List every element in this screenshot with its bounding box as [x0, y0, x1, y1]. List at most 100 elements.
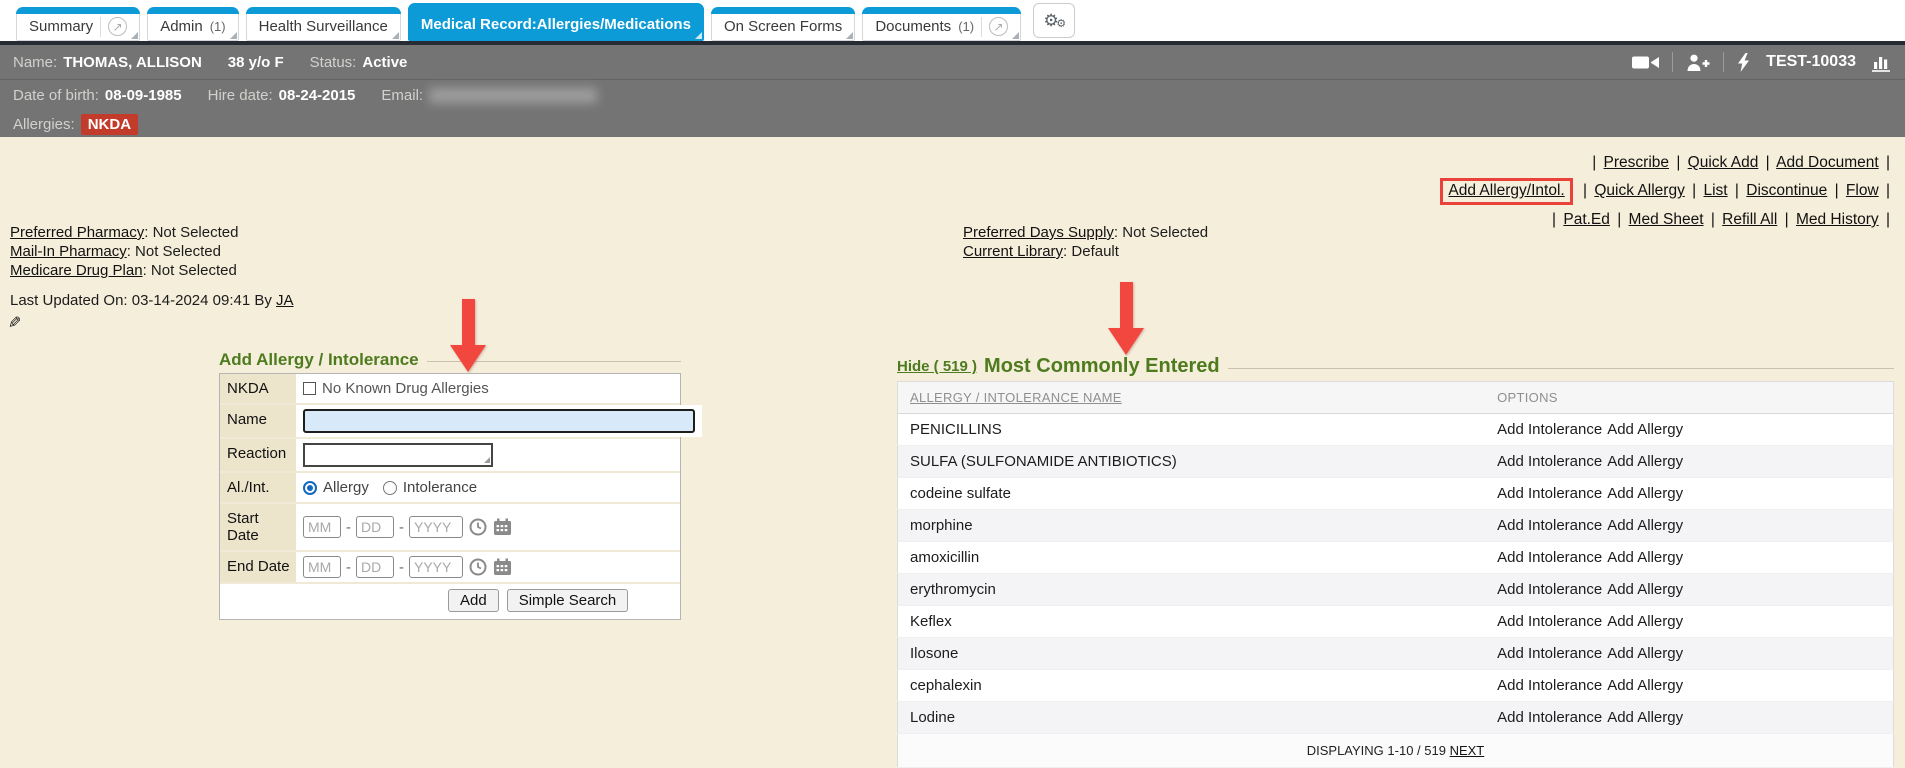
end-month-input[interactable]	[303, 556, 341, 578]
allergy-radio[interactable]	[303, 481, 317, 495]
medicare-drug-plan-link[interactable]: Medicare Drug Plan	[10, 262, 143, 279]
add-intolerance-link[interactable]: Add Intolerance	[1497, 645, 1602, 662]
add-allergy-link[interactable]: Add Allergy	[1607, 485, 1683, 502]
add-allergy-link[interactable]: Add Allergy	[1607, 709, 1683, 726]
add-intolerance-link[interactable]: Add Intolerance	[1497, 613, 1602, 630]
add-allergy-link[interactable]: Add Allergy	[1607, 453, 1683, 470]
add-intolerance-link[interactable]: Add Intolerance	[1497, 581, 1602, 598]
add-allergy-link[interactable]: Add Allergy	[1607, 645, 1683, 662]
link-separator: |	[1886, 182, 1890, 199]
reaction-input[interactable]	[303, 443, 493, 467]
calendar-icon[interactable]	[493, 518, 512, 536]
lightning-icon[interactable]	[1737, 53, 1750, 72]
add-intolerance-link[interactable]: Add Intolerance	[1497, 485, 1602, 502]
add-allergy-link[interactable]: Add Allergy	[1607, 421, 1683, 438]
external-arrow-icon[interactable]: ↗	[108, 17, 127, 36]
med-links-row-3: | Pat.Ed | Med Sheet | Refill All | Med …	[1440, 210, 1893, 230]
nkda-checkbox[interactable]	[303, 382, 316, 395]
med-history-link[interactable]: Med History	[1796, 211, 1879, 228]
simple-search-button[interactable]: Simple Search	[507, 589, 629, 612]
tab-on-screen-forms[interactable]: On Screen Forms	[711, 7, 855, 41]
add-intolerance-link[interactable]: Add Intolerance	[1497, 517, 1602, 534]
add-intolerance-link[interactable]: Add Intolerance	[1497, 549, 1602, 566]
end-date-label: End Date	[220, 552, 296, 582]
add-intolerance-link[interactable]: Add Intolerance	[1497, 421, 1602, 438]
next-page-link[interactable]: NEXT	[1450, 743, 1485, 758]
intolerance-radio[interactable]	[383, 481, 397, 495]
add-person-icon[interactable]	[1686, 54, 1710, 71]
current-library-link[interactable]: Current Library	[963, 243, 1063, 260]
patient-hire-date: 08-24-2015	[279, 87, 356, 104]
end-day-input[interactable]	[356, 556, 394, 578]
add-intolerance-link[interactable]: Add Intolerance	[1497, 677, 1602, 694]
end-year-input[interactable]	[409, 556, 463, 578]
add-intolerance-link[interactable]: Add Intolerance	[1497, 453, 1602, 470]
reaction-input-wrapper	[303, 443, 493, 467]
red-highlight-box: Add Allergy/Intol.	[1440, 178, 1572, 205]
pat-ed-link[interactable]: Pat.Ed	[1563, 211, 1610, 228]
column-header-name[interactable]: ALLERGY / INTOLERANCE NAME	[898, 382, 1486, 414]
prescribe-link[interactable]: Prescribe	[1604, 154, 1669, 171]
add-allergy-link[interactable]: Add Allergy	[1607, 549, 1683, 566]
start-date-cell: - -	[296, 504, 680, 550]
refill-all-link[interactable]: Refill All	[1722, 211, 1777, 228]
flow-link[interactable]: Flow	[1846, 182, 1879, 199]
allergy-name-input[interactable]	[303, 409, 695, 433]
add-button[interactable]: Add	[448, 589, 499, 612]
add-allergy-link[interactable]: Add Allergy	[1607, 677, 1683, 694]
allergy-name-cell: Lodine	[898, 702, 1486, 734]
patient-status: Active	[362, 54, 407, 71]
start-month-input[interactable]	[303, 516, 341, 538]
med-links-row-1: | Prescribe | Quick Add | Add Document |	[1440, 153, 1893, 173]
add-allergy-intol-link[interactable]: Add Allergy/Intol.	[1448, 182, 1564, 199]
med-sheet-link[interactable]: Med Sheet	[1629, 211, 1704, 228]
preferred-days-supply-value: Not Selected	[1122, 224, 1208, 241]
most-commonly-entered-panel: Hide ( 519 ) Most Commonly Entered ALLER…	[897, 355, 1894, 768]
tab-health-surveillance[interactable]: Health Surveillance	[246, 7, 401, 41]
intolerance-radio-label[interactable]: Intolerance	[403, 479, 477, 496]
list-link[interactable]: List	[1703, 182, 1727, 199]
add-allergy-link[interactable]: Add Allergy	[1607, 517, 1683, 534]
clock-icon[interactable]	[469, 558, 487, 576]
bar-chart-icon[interactable]	[1872, 53, 1892, 72]
external-arrow-icon[interactable]: ↗	[989, 17, 1008, 36]
allergy-name-cell: codeine sulfate	[898, 478, 1486, 510]
discontinue-link[interactable]: Discontinue	[1746, 182, 1827, 199]
quick-allergy-link[interactable]: Quick Allergy	[1594, 182, 1684, 199]
start-year-input[interactable]	[409, 516, 463, 538]
tab-badge: (1)	[210, 19, 226, 34]
calendar-icon[interactable]	[493, 558, 512, 576]
add-intolerance-link[interactable]: Add Intolerance	[1497, 709, 1602, 726]
start-day-input[interactable]	[356, 516, 394, 538]
panel-title: Most Commonly Entered	[984, 355, 1220, 378]
clock-icon[interactable]	[469, 518, 487, 536]
quick-add-link[interactable]: Quick Add	[1688, 154, 1759, 171]
tab-documents[interactable]: Documents (1) ↗	[862, 7, 1021, 41]
table-row: erythromycin Add IntoleranceAdd Allergy	[898, 574, 1894, 606]
tab-admin[interactable]: Admin (1)	[147, 7, 238, 41]
add-allergy-link[interactable]: Add Allergy	[1607, 613, 1683, 630]
options-cell: Add Intolerance Add Allergy	[1485, 638, 1893, 670]
link-separator: |	[1711, 211, 1715, 228]
settings-button[interactable]: ⚙ ⚙	[1033, 3, 1075, 38]
tab-summary[interactable]: Summary ↗	[16, 7, 140, 41]
paging-text: DISPLAYING 1-10 / 519	[1307, 743, 1446, 758]
pharmacy-info: Preferred Pharmacy: Not Selected Mail-In…	[10, 223, 238, 280]
pencil-icon[interactable]: ✎	[8, 313, 21, 333]
table-row: codeine sulfate Add Intolerance Add Aller…	[898, 478, 1894, 510]
preferred-pharmacy-link[interactable]: Preferred Pharmacy	[10, 224, 144, 241]
video-camera-icon[interactable]	[1632, 54, 1659, 71]
form-row-type: Al./Int. Allergy Intolerance	[220, 471, 680, 502]
nkda-checkbox-label[interactable]: No Known Drug Allergies	[322, 380, 489, 397]
allergy-badge-nkda[interactable]: NKDA	[81, 114, 138, 135]
panel-title-row: Hide ( 519 ) Most Commonly Entered	[897, 355, 1894, 378]
preferred-days-supply-link[interactable]: Preferred Days Supply	[963, 224, 1114, 241]
add-allergy-link[interactable]: Add Allergy	[1607, 581, 1683, 598]
hide-count-link[interactable]: Hide ( 519 )	[897, 358, 977, 375]
last-updated-user-link[interactable]: JA	[276, 292, 294, 309]
add-document-link[interactable]: Add Document	[1776, 154, 1879, 171]
tab-medical-record-allergies-medications[interactable]: Medical Record:Allergies/Medications	[408, 3, 704, 41]
mail-in-pharmacy-link[interactable]: Mail-In Pharmacy	[10, 243, 127, 260]
allergy-radio-label[interactable]: Allergy	[323, 479, 369, 496]
link-separator: |	[1552, 211, 1556, 228]
